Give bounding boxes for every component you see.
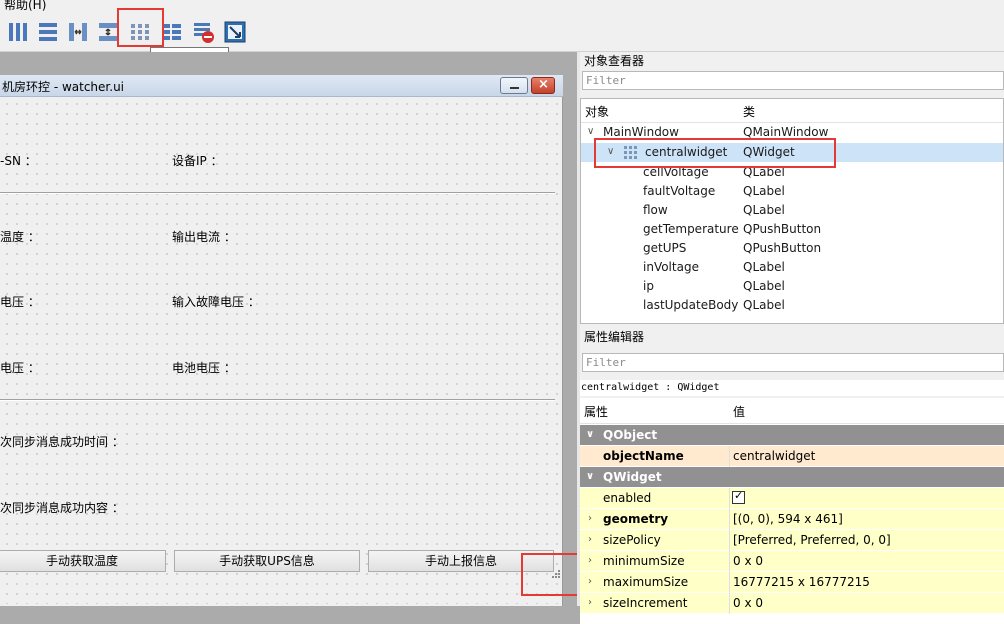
form-titlebar[interactable]: 机房环控 - watcher.ui × — [0, 75, 563, 97]
label-sn: -SN ： — [0, 154, 37, 168]
label-battery-voltage: 电池电压 ： — [172, 361, 236, 375]
col-object[interactable]: 对象 — [585, 103, 609, 120]
form-title: 机房环控 - watcher.ui — [2, 80, 125, 94]
tree-row[interactable]: ip QLabel — [581, 277, 1003, 296]
tree-row[interactable]: lastUpdateBody QLabel — [581, 296, 1003, 315]
property-editor-title: 属性编辑器 — [580, 328, 1004, 346]
property-row-maximumsize[interactable]: › maximumSize 16777215 x 16777215 — [580, 572, 1004, 593]
property-category-qobject[interactable]: ∨ QObject — [580, 425, 1004, 446]
property-header: 属性 值 — [580, 398, 1004, 424]
expand-arrow-icon[interactable]: › — [588, 555, 592, 566]
expand-arrow-icon[interactable]: › — [588, 597, 592, 608]
property-category-qwidget[interactable]: ∨ QWidget — [580, 467, 1004, 488]
label-temperature: 温度 ： — [0, 230, 40, 244]
object-inspector-panel: 对象查看器 Filter 对象 类 ∨ MainWindow QMainWind… — [580, 52, 1004, 326]
property-object-info: centralwidget : QWidget — [580, 380, 1004, 396]
property-row-geometry[interactable]: › geometry [(0, 0), 594 x 461] — [580, 509, 1004, 530]
object-tree-header: 对象 类 — [581, 99, 1003, 123]
minimize-button[interactable] — [500, 77, 528, 94]
property-table[interactable]: 属性 值 ∨ QObject objectName centralwidget … — [580, 398, 1004, 624]
close-icon: × — [538, 77, 549, 92]
grid-layout-icon — [624, 146, 637, 159]
collapse-arrow-icon[interactable]: ∨ — [586, 471, 594, 482]
label-voltage: 电压 ： — [0, 295, 40, 309]
tree-row[interactable]: cellVoltage QLabel — [581, 163, 1003, 182]
divider-2 — [0, 399, 555, 401]
central-widget-grid[interactable]: -SN ： 设备IP ： 温度 ： 输出电流 ： 电压 ： 输入故障电压 ： 电… — [0, 97, 562, 604]
layout-vertical-icon[interactable] — [36, 20, 60, 44]
expand-arrow-icon[interactable]: › — [588, 576, 592, 587]
property-row-objectname[interactable]: objectName centralwidget — [580, 446, 1004, 467]
property-row-sizepolicy[interactable]: › sizePolicy [Preferred, Preferred, 0, 0… — [580, 530, 1004, 551]
menubar: 帮助(H) — [0, 0, 1004, 12]
tree-row[interactable]: faultVoltage QLabel — [581, 182, 1003, 201]
tree-row-centralwidget[interactable]: ∨ centralwidget QWidget — [581, 143, 1003, 162]
get-ups-button[interactable]: 手动获取UPS信息 — [174, 550, 360, 572]
property-editor-panel: 属性编辑器 Filter centralwidget : QWidget 属性 … — [580, 326, 1004, 624]
label-last-sync-time: 次同步消息成功时间 ： — [0, 435, 124, 449]
report-button[interactable]: 手动上报信息 — [368, 550, 554, 572]
object-tree[interactable]: 对象 类 ∨ MainWindow QMainWindow ∨ centralw… — [580, 98, 1004, 324]
label-voltage-2: 电压 ： — [0, 361, 40, 375]
enabled-checkbox[interactable]: ✓ — [732, 489, 745, 504]
tree-row[interactable]: inVoltage QLabel — [581, 258, 1003, 277]
adjust-size-icon[interactable] — [223, 20, 247, 44]
label-last-sync-content: 次同步消息成功内容 ： — [0, 501, 124, 515]
layout-grid-icon[interactable] — [128, 20, 152, 44]
property-row-minimumsize[interactable]: › minimumSize 0 x 0 — [580, 551, 1004, 572]
layout-form-icon[interactable] — [160, 20, 184, 44]
label-input-fault-voltage: 输入故障电压 ： — [172, 295, 260, 309]
label-device-ip: 设备IP ： — [172, 154, 223, 168]
property-row-enabled[interactable]: enabled ✓ — [580, 488, 1004, 509]
resize-grip-icon[interactable] — [551, 569, 561, 579]
property-filter-input[interactable]: Filter — [582, 353, 1004, 372]
expand-arrow-icon[interactable]: › — [588, 534, 592, 545]
check-icon: ✓ — [734, 489, 744, 502]
get-temperature-button[interactable]: 手动获取温度 — [0, 550, 166, 572]
layout-toolbar — [0, 12, 1004, 52]
expand-arrow-icon[interactable]: › — [588, 513, 592, 524]
form-window[interactable]: 机房环控 - watcher.ui × -SN ： 设备IP ： 温度 ： 输出… — [0, 75, 563, 606]
expand-arrow-icon[interactable]: ∨ — [607, 146, 614, 157]
tree-row[interactable]: flow QLabel — [581, 201, 1003, 220]
tree-row[interactable]: getUPS QPushButton — [581, 239, 1003, 258]
minimize-icon — [510, 87, 519, 89]
col-class[interactable]: 类 — [743, 103, 755, 120]
divider-1 — [0, 192, 555, 194]
layout-horizontal-icon[interactable] — [6, 20, 30, 44]
object-filter-input[interactable]: Filter — [582, 71, 1004, 90]
layout-horizontal-splitter-icon[interactable] — [66, 20, 90, 44]
object-inspector-title: 对象查看器 — [580, 52, 1004, 70]
label-output-current: 输出电流 ： — [172, 230, 236, 244]
tree-row-mainwindow[interactable]: ∨ MainWindow QMainWindow — [581, 123, 1003, 142]
break-layout-icon[interactable] — [192, 20, 216, 44]
collapse-arrow-icon[interactable]: ∨ — [586, 429, 594, 440]
close-button[interactable]: × — [531, 77, 555, 94]
tree-row[interactable]: getTemperature QPushButton — [581, 220, 1003, 239]
form-canvas: 机房环控 - watcher.ui × -SN ： 设备IP ： 温度 ： 输出… — [0, 52, 577, 606]
layout-vertical-splitter-icon[interactable] — [96, 20, 120, 44]
expand-arrow-icon[interactable]: ∨ — [587, 126, 594, 137]
property-row-sizeincrement[interactable]: › sizeIncrement 0 x 0 — [580, 593, 1004, 614]
